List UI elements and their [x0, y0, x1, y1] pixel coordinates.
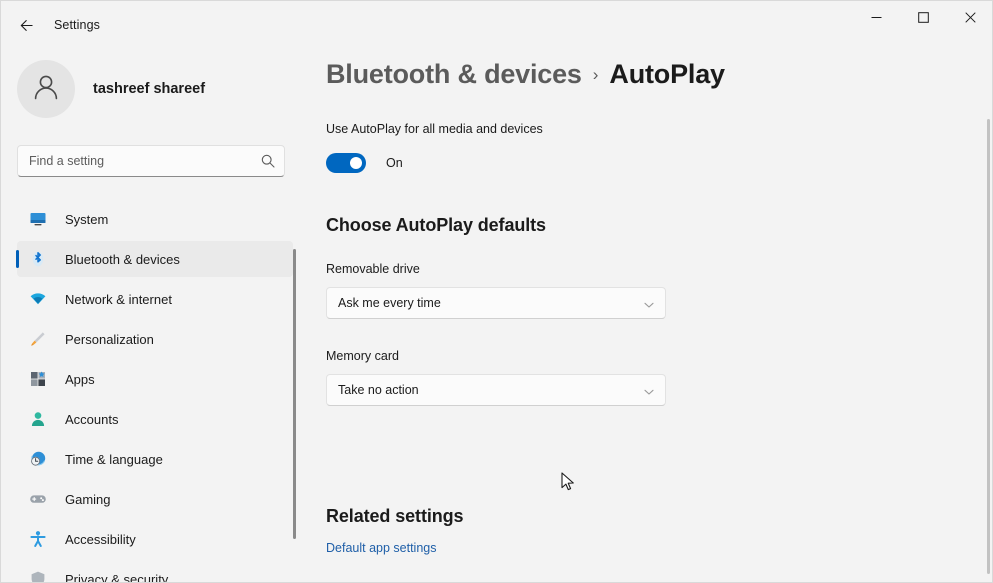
chevron-down-icon	[643, 385, 655, 397]
chevron-right-icon: ›	[592, 65, 599, 84]
user-avatar-icon	[29, 70, 63, 109]
sidebar-item-label: System	[65, 211, 109, 227]
sidebar-item-gaming[interactable]: Gaming	[17, 481, 293, 517]
memory-card-label: Memory card	[326, 349, 399, 363]
person-icon	[28, 409, 48, 429]
removable-drive-label: Removable drive	[326, 262, 420, 276]
autoplay-toggle[interactable]	[326, 153, 366, 173]
maximize-button[interactable]	[900, 1, 947, 34]
search-input[interactable]	[17, 145, 285, 177]
minimize-icon	[871, 12, 882, 23]
sidebar-item-privacy-and-security[interactable]: Privacy & security	[17, 561, 293, 583]
sidebar: tashreef shareef Syste	[1, 49, 301, 583]
back-arrow-icon	[18, 17, 35, 34]
back-button[interactable]	[9, 9, 43, 41]
sidebar-item-time-and-language[interactable]: Time & language	[17, 441, 293, 477]
apps-grid-icon	[28, 369, 48, 389]
sidebar-scrollbar[interactable]	[293, 201, 296, 582]
account-tile[interactable]: tashreef shareef	[17, 59, 285, 119]
sidebar-item-label: Bluetooth & devices	[65, 251, 180, 267]
window-controls	[853, 1, 992, 34]
close-icon	[965, 12, 976, 23]
bluetooth-icon	[28, 249, 48, 269]
paintbrush-icon	[28, 329, 48, 349]
removable-drive-dropdown[interactable]: Ask me every time	[326, 287, 666, 319]
master-toggle-label: Use AutoPlay for all media and devices	[326, 122, 543, 136]
account-name: tashreef shareef	[93, 81, 206, 97]
maximize-icon	[918, 12, 929, 23]
content-scrollbar-thumb[interactable]	[987, 119, 990, 574]
accessibility-icon	[28, 529, 48, 549]
sidebar-scrollbar-thumb[interactable]	[293, 249, 296, 539]
toggle-thumb	[350, 157, 362, 169]
default-app-settings-link[interactable]: Default app settings	[326, 541, 437, 555]
search-container	[17, 145, 285, 177]
sidebar-item-label: Apps	[65, 371, 95, 387]
sidebar-item-accessibility[interactable]: Accessibility	[17, 521, 293, 557]
sidebar-nav: System Bluetooth & devices Network & int…	[1, 201, 301, 583]
sidebar-item-accounts[interactable]: Accounts	[17, 401, 293, 437]
sidebar-item-network-and-internet[interactable]: Network & internet	[17, 281, 293, 317]
master-toggle-row: On	[326, 153, 403, 173]
sidebar-item-label: Privacy & security	[65, 571, 169, 583]
related-section-title: Related settings	[326, 506, 464, 526]
main-content: Bluetooth & devices › AutoPlay Use AutoP…	[301, 49, 992, 582]
removable-drive-value: Ask me every time	[338, 296, 441, 310]
sidebar-item-apps[interactable]: Apps	[17, 361, 293, 397]
wifi-icon	[28, 289, 48, 309]
memory-card-dropdown[interactable]: Take no action	[326, 374, 666, 406]
content-scrollbar[interactable]	[987, 119, 990, 579]
sidebar-item-label: Accessibility	[65, 531, 136, 547]
window-title: Settings	[54, 18, 100, 32]
page-title: AutoPlay	[609, 59, 725, 89]
defaults-section-title: Choose AutoPlay defaults	[326, 215, 546, 235]
chevron-down-icon	[643, 298, 655, 310]
gamepad-icon	[28, 489, 48, 509]
sidebar-item-label: Gaming	[65, 491, 111, 507]
memory-card-value: Take no action	[338, 383, 419, 397]
sidebar-item-label: Personalization	[65, 331, 154, 347]
close-button[interactable]	[947, 1, 992, 34]
sidebar-item-bluetooth-and-devices[interactable]: Bluetooth & devices	[16, 241, 293, 277]
sidebar-item-label: Accounts	[65, 411, 119, 427]
breadcrumb-parent[interactable]: Bluetooth & devices	[326, 59, 582, 90]
shield-lock-icon	[28, 569, 48, 582]
sidebar-item-label: Network & internet	[65, 291, 172, 307]
sidebar-item-personalization[interactable]: Personalization	[17, 321, 293, 357]
breadcrumb: Bluetooth & devices › AutoPlay	[326, 59, 725, 90]
sidebar-item-system[interactable]: System	[17, 201, 293, 237]
minimize-button[interactable]	[853, 1, 900, 34]
clock-globe-icon	[28, 449, 48, 469]
avatar	[17, 60, 75, 118]
toggle-state-label: On	[386, 156, 403, 170]
monitor-icon	[28, 209, 48, 229]
sidebar-item-label: Time & language	[65, 451, 163, 467]
settings-window: Settings tashreef shareef Find a setting…	[0, 0, 993, 583]
title-bar: Settings	[1, 1, 992, 49]
